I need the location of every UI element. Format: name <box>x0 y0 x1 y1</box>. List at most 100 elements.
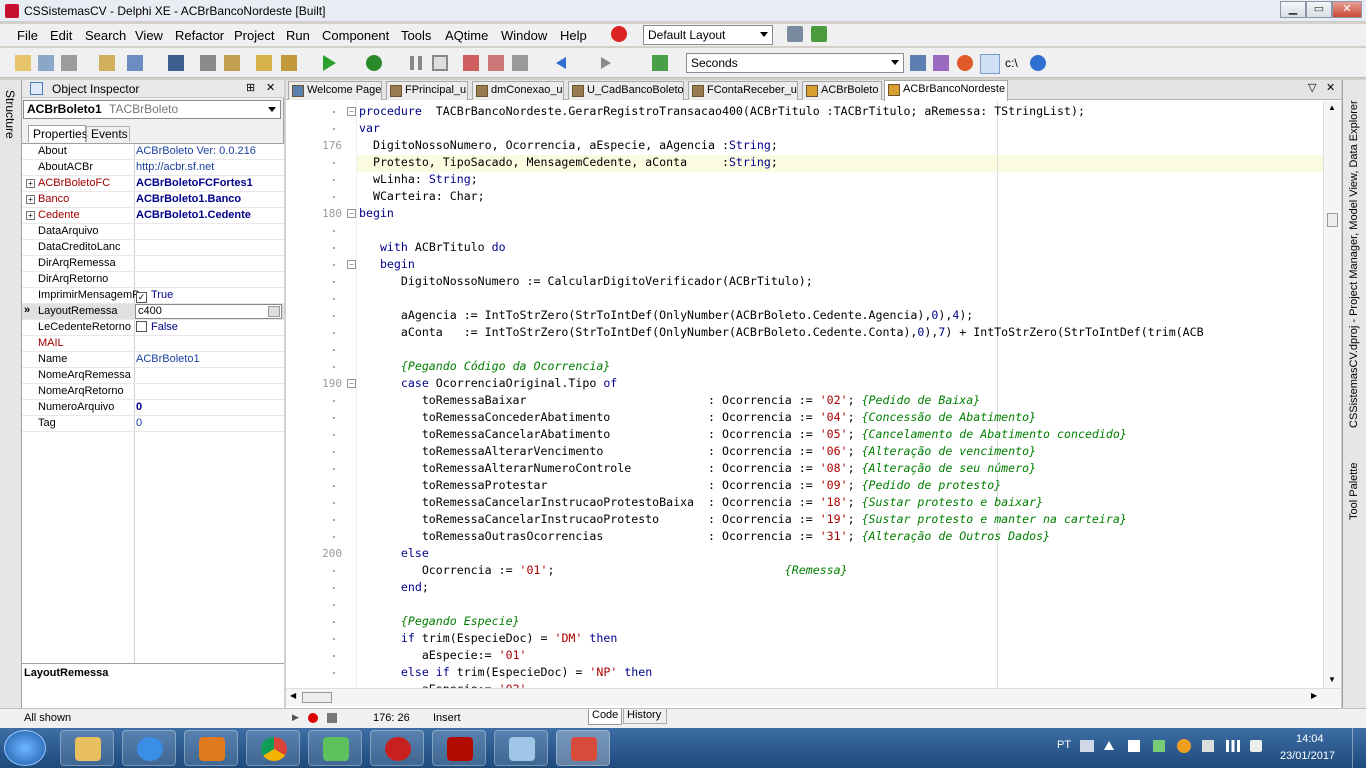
help-red-icon[interactable] <box>611 26 627 42</box>
taskbar-explorer[interactable] <box>60 730 114 766</box>
tab-code[interactable]: Code <box>588 709 622 725</box>
tab-welcome-page[interactable]: Welcome Page <box>288 81 382 100</box>
code-line[interactable]: toRemessaAlterarNumeroControle : Ocorren… <box>359 460 1036 477</box>
property-row[interactable]: MAIL <box>22 336 284 352</box>
play-macro-icon[interactable]: ▶ <box>292 712 299 723</box>
menu-run[interactable]: Run <box>286 28 310 43</box>
checkbox[interactable]: ✓ <box>136 292 147 303</box>
property-row[interactable]: DirArqRemessa <box>22 256 284 272</box>
fold-marker-icon[interactable]: − <box>347 379 356 388</box>
property-row[interactable]: AboutACBr http://acbr.sf.net <box>22 160 284 176</box>
taskbar-app-6[interactable] <box>370 730 424 766</box>
property-row[interactable]: DirArqRetorno <box>22 272 284 288</box>
property-row[interactable]: DataCreditoLanc <box>22 240 284 256</box>
property-value[interactable]: ACBrBoleto1.Banco <box>136 193 241 205</box>
property-value[interactable]: ACBrBoleto1 <box>136 353 200 365</box>
property-row[interactable]: NomeArqRemessa <box>22 368 284 384</box>
property-value[interactable]: ✓ True <box>136 289 173 303</box>
record-macro-icon[interactable] <box>308 713 318 723</box>
property-value[interactable]: False <box>136 321 178 333</box>
property-value[interactable]: 0 <box>136 417 142 429</box>
scroll-left-icon[interactable]: ◀ <box>290 691 296 700</box>
taskbar-acrobat[interactable] <box>432 730 486 766</box>
fold-marker-icon[interactable]: − <box>347 260 356 269</box>
code-line[interactable]: begin <box>359 256 415 273</box>
tab-cadbancoboleto[interactable]: U_CadBancoBoleto <box>568 81 684 100</box>
timer-units-combo[interactable]: Seconds <box>686 53 904 73</box>
code-line[interactable]: aEspecie:= '01' <box>359 647 527 664</box>
layout-combo[interactable]: Default Layout <box>643 25 773 45</box>
open-project-icon[interactable] <box>38 55 54 71</box>
code-line[interactable]: procedure TACBrBancoNordeste.GerarRegist… <box>359 103 1085 120</box>
code-line[interactable]: Ocorrencia := '01'; {Remessa} <box>359 562 848 579</box>
code-line[interactable]: aConta := IntToStrZero(StrToIntDef(OnlyN… <box>359 324 1204 341</box>
close-panel-icon[interactable]: ✕ <box>266 81 275 94</box>
start-button[interactable] <box>4 730 46 766</box>
tab-list-icon[interactable]: ▽ <box>1308 81 1316 94</box>
code-line[interactable]: toRemessaBaixar : Ocorrencia := '02'; {P… <box>359 392 980 409</box>
power-icon[interactable] <box>1202 740 1214 752</box>
taskbar-app-5[interactable] <box>308 730 362 766</box>
property-row[interactable]: + Banco ACBrBoleto1.Banco <box>22 192 284 208</box>
property-value[interactable]: c400 <box>135 304 282 319</box>
property-row[interactable]: + Cedente ACBrBoleto1.Cedente <box>22 208 284 224</box>
trace-into-icon[interactable] <box>463 55 479 71</box>
checkbox[interactable] <box>136 321 147 332</box>
code-line[interactable]: toRemessaOutrasOcorrencias : Ocorrencia … <box>359 528 1050 545</box>
menu-refactor[interactable]: Refactor <box>175 28 224 43</box>
chevron-down-icon[interactable] <box>268 306 280 317</box>
property-value[interactable]: ACBrBoleto Ver: 0.0.216 <box>136 145 256 157</box>
show-hidden-icons[interactable] <box>1104 740 1114 750</box>
structure-side-tab[interactable]: Structure <box>0 80 22 710</box>
code-line[interactable]: {Pegando Código da Ocorrencia} <box>359 358 610 375</box>
step-over-icon[interactable] <box>488 55 504 71</box>
code-line[interactable]: DigitoNossoNumero, Ocorrencia, aEspecie,… <box>359 137 778 154</box>
property-row[interactable]: About ACBrBoleto Ver: 0.0.216 <box>22 144 284 160</box>
menu-view[interactable]: View <box>135 28 163 43</box>
minimize-button[interactable]: ▁ <box>1280 1 1306 18</box>
property-value[interactable]: ACBrBoletoFCFortes1 <box>136 177 253 189</box>
add-file-icon[interactable] <box>256 55 272 71</box>
clock-time[interactable]: 14:04 <box>1296 733 1324 745</box>
taskbar-ie[interactable] <box>122 730 176 766</box>
menu-project[interactable]: Project <box>234 28 274 43</box>
property-row[interactable]: + ACBrBoletoFC ACBrBoletoFCFortes1 <box>22 176 284 192</box>
stop-icon[interactable] <box>432 55 448 71</box>
forward-arrow-icon[interactable] <box>601 57 611 69</box>
new-items-icon[interactable] <box>15 55 31 71</box>
code-line[interactable]: if trim(EspecieDoc) = 'DM' then <box>359 630 617 647</box>
run-icon[interactable] <box>323 55 336 71</box>
code-line[interactable]: {Pegando Especie} <box>359 613 520 630</box>
expand-icon[interactable]: + <box>26 179 35 188</box>
tab-history[interactable]: History <box>623 709 667 724</box>
show-desktop-button[interactable] <box>1352 728 1366 768</box>
run-without-debug-icon[interactable] <box>366 55 382 71</box>
code-line[interactable]: else if trim(EspecieDoc) = 'NP' then <box>359 664 652 681</box>
clock-date[interactable]: 23/01/2017 <box>1280 750 1335 762</box>
horizontal-scrollbar[interactable]: ◀ ▶ <box>286 688 1341 706</box>
code-line[interactable]: begin <box>359 205 394 222</box>
taskbar-chrome[interactable] <box>246 730 300 766</box>
code-line[interactable]: else <box>359 545 429 562</box>
menu-window[interactable]: Window <box>501 28 547 43</box>
close-button[interactable]: ✕ <box>1332 1 1362 18</box>
scroll-up-icon[interactable]: ▲ <box>1328 103 1336 112</box>
menu-tools[interactable]: Tools <box>401 28 431 43</box>
pin-icon[interactable]: ⊞ <box>246 81 255 94</box>
object-selector-combo[interactable]: ACBrBoleto1 TACBrBoleto <box>23 100 281 119</box>
menu-component[interactable]: Component <box>322 28 389 43</box>
menu-help[interactable]: Help <box>560 28 587 43</box>
pause-icon[interactable] <box>410 56 422 70</box>
property-row[interactable]: ImprimirMensagemP ✓ True <box>22 288 284 304</box>
menu-edit[interactable]: Edit <box>50 28 72 43</box>
fold-marker-icon[interactable]: − <box>347 107 356 116</box>
code-line[interactable]: toRemessaAlterarVencimento : Ocorrencia … <box>359 443 1036 460</box>
menu-search[interactable]: Search <box>85 28 126 43</box>
code-line[interactable]: toRemessaConcederAbatimento : Ocorrencia… <box>359 409 1036 426</box>
tab-fprincipal[interactable]: FPrincipal_u <box>386 81 468 100</box>
network-signal-icon[interactable] <box>1226 740 1240 752</box>
property-row[interactable]: NumeroArquivo 0 <box>22 400 284 416</box>
toggle-profiler-icon[interactable] <box>980 54 1000 74</box>
code-text-area[interactable]: procedure TACBrBancoNordeste.GerarRegist… <box>356 101 1323 688</box>
help-icon[interactable] <box>1030 55 1046 71</box>
